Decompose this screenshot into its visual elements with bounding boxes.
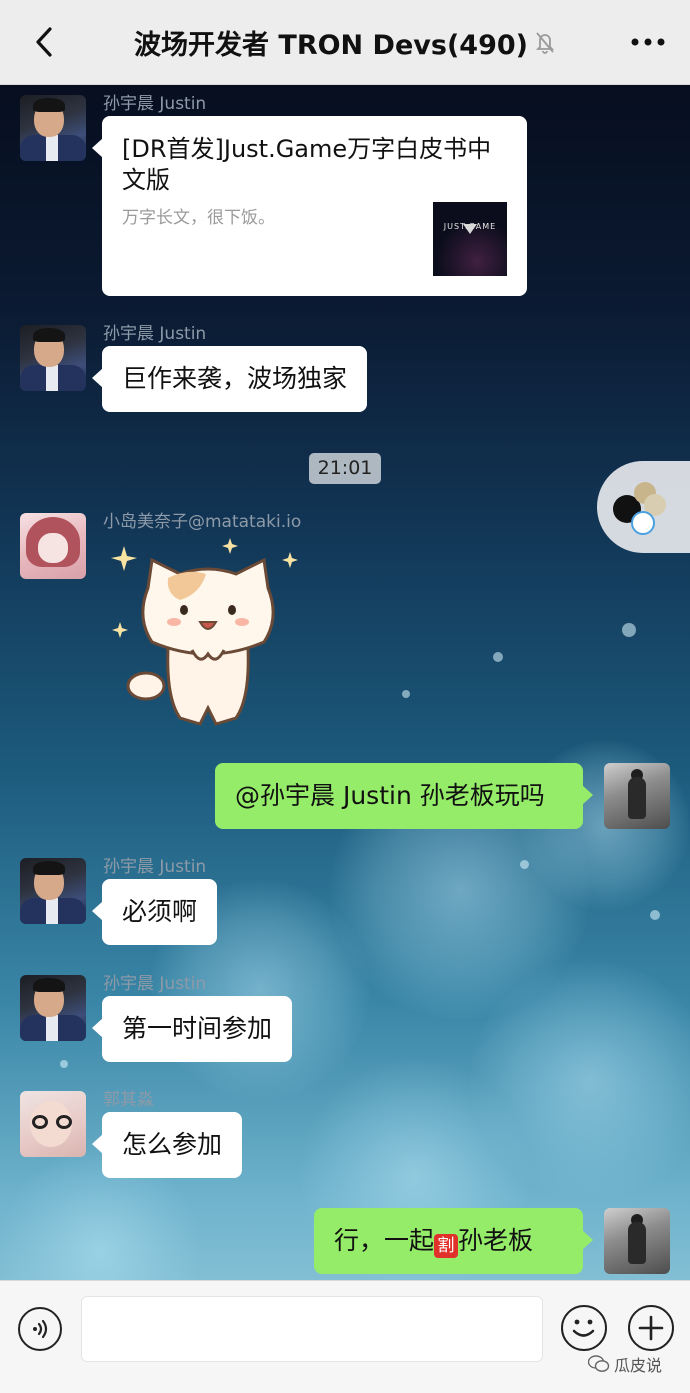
wechat-icon [588, 1355, 610, 1372]
voice-icon [33, 1319, 48, 1339]
avatar-justin[interactable] [20, 325, 86, 391]
time-divider: 21:01 [309, 453, 381, 484]
text-message[interactable]: 第一时间参加 [91, 996, 293, 1062]
cat-sticker-icon[interactable] [108, 538, 308, 738]
watermark-text: 瓜皮说 [614, 1356, 663, 1375]
sender-name: 郭其淼 [103, 1090, 154, 1110]
input-bar [0, 1280, 690, 1393]
floating-window-button[interactable] [597, 461, 690, 553]
avatar-justin[interactable] [20, 858, 86, 924]
sender-name: 孙宇晨 Justin [103, 94, 207, 114]
message-text: 行，一起 [334, 1226, 435, 1255]
sender-name: 小岛美奈子@matataki.io [103, 512, 302, 532]
avatar-self[interactable] [604, 1208, 670, 1274]
avatar-justin[interactable] [20, 95, 86, 161]
emoji-smile-icon [572, 1319, 595, 1337]
text-message-self[interactable]: @孙宇晨 Justin 孙老板玩吗 [215, 763, 593, 829]
bokeh-decoration [622, 623, 636, 637]
text-message[interactable]: 怎么参加 [91, 1112, 243, 1178]
avatar-self[interactable] [604, 763, 670, 829]
sender-name: 孙宇晨 Justin [103, 857, 207, 877]
floating-app-icon [613, 482, 666, 535]
sender-name: 孙宇晨 Justin [103, 324, 207, 344]
bokeh-decoration [493, 652, 503, 662]
plus-icon [638, 1315, 664, 1341]
link-card-thumbnail: JUST.GAME [433, 202, 507, 276]
chat-title: 波场开发者 TRON Devs(490) [134, 29, 528, 61]
emoji-button[interactable] [561, 1305, 607, 1351]
bokeh-decoration [520, 860, 529, 869]
more-button[interactable] [626, 22, 670, 62]
emoji-slice-icon: 割 [434, 1234, 459, 1258]
avatar-guo[interactable] [20, 1091, 86, 1157]
text-message[interactable]: 必须啊 [91, 879, 218, 945]
bell-slash-icon [535, 32, 555, 54]
chat-header: 波场开发者 TRON Devs(490) [0, 0, 690, 85]
more-functions-button[interactable] [628, 1305, 674, 1351]
bokeh-decoration [402, 690, 410, 698]
more-dots-icon [631, 38, 665, 46]
avatar-justin[interactable] [20, 975, 86, 1041]
sender-name: 孙宇晨 Justin [103, 974, 207, 994]
bokeh-decoration [60, 1060, 68, 1068]
chat-screen: 波场开发者 TRON Devs(490) 孙宇晨 Justin [DR首发]Ju… [0, 0, 690, 1393]
bokeh-decoration [470, 960, 690, 1200]
text-message-self[interactable]: 行，一起割孙老板 [314, 1208, 593, 1274]
watermark: 瓜皮说 [588, 1352, 662, 1376]
link-card-description: 万字长文，很下饭。 [122, 208, 275, 228]
header-title-area: 波场开发者 TRON Devs(490) [80, 0, 610, 84]
chevron-left-icon [36, 27, 52, 57]
avatar-kojima[interactable] [20, 513, 86, 579]
bokeh-decoration [650, 910, 660, 920]
message-text: 孙老板 [458, 1226, 534, 1255]
link-card-title: [DR首发]Just.Game万字白皮书中文版 [122, 135, 492, 194]
voice-button[interactable] [18, 1307, 62, 1351]
message-input[interactable] [81, 1296, 543, 1362]
text-message[interactable]: 巨作来袭，波场独家 [91, 346, 368, 412]
back-button[interactable] [24, 22, 64, 62]
link-card-message[interactable]: [DR首发]Just.Game万字白皮书中文版 万字长文，很下饭。 JUST.G… [92, 116, 527, 296]
